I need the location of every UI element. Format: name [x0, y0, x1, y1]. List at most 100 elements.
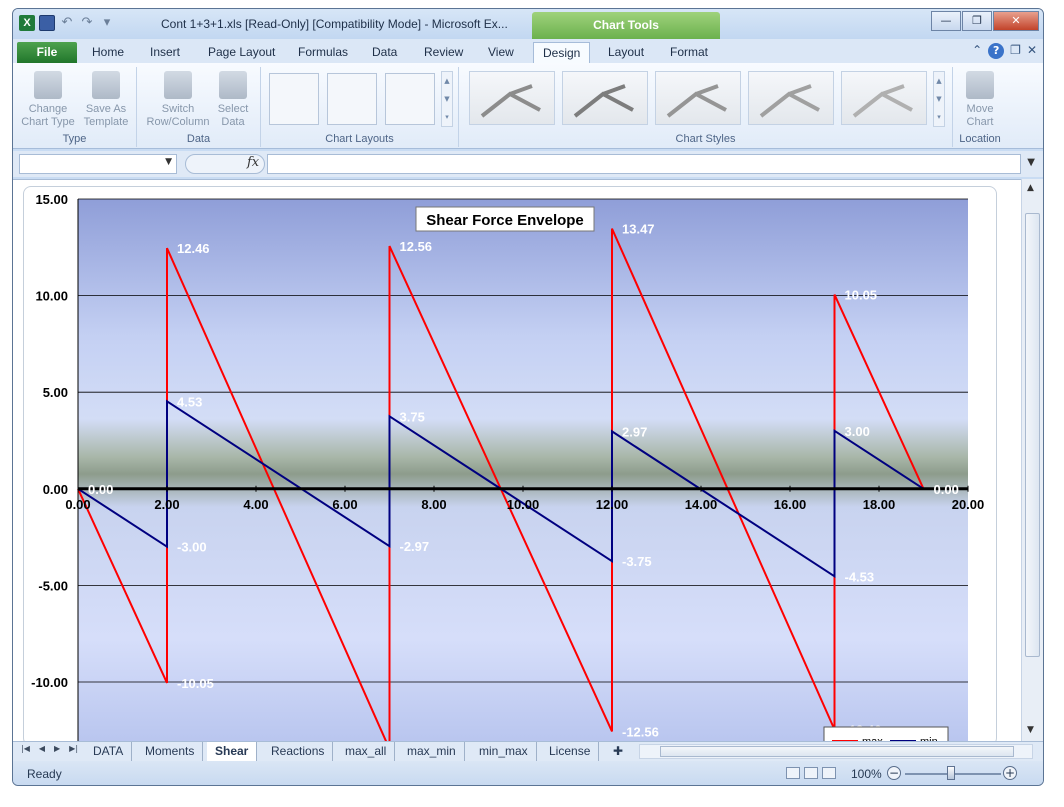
chart-object[interactable]: 15.00 10.00 5.00 0.00 -5.00 -10.00 0.00 2.00 4.0… — [23, 186, 997, 746]
name-box[interactable]: ▼ — [19, 154, 177, 174]
sheet-tab-max-all[interactable]: max_all — [337, 742, 396, 761]
chart-type-icon — [34, 71, 62, 99]
chart-layout-1[interactable] — [269, 73, 319, 125]
data-label: 12.46 — [177, 241, 210, 256]
sheet-navigation: |◀ ◀ ▶ ▶| — [21, 744, 78, 753]
window-controls: — ❐ ✕ — [931, 11, 1039, 31]
expand-formula-bar-icon[interactable]: ▼ — [1027, 157, 1035, 168]
data-label: 2.97 — [622, 424, 647, 439]
maximize-button[interactable]: ❐ — [962, 11, 992, 31]
data-label: -2.97 — [400, 539, 430, 554]
redo-icon[interactable]: ↷ — [79, 15, 95, 31]
vertical-scroll-thumb[interactable] — [1025, 213, 1040, 657]
zoom-in-icon[interactable]: + — [1003, 766, 1017, 780]
prev-sheet-icon[interactable]: ◀ — [39, 744, 45, 753]
sheet-tab-shear[interactable]: Shear — [207, 742, 258, 761]
zoom-slider-thumb[interactable] — [947, 766, 955, 780]
ribbon-tabs: File Home Insert Page Layout Formulas Da… — [13, 39, 1043, 63]
chart-style-1[interactable] — [469, 71, 555, 125]
tab-insert[interactable]: Insert — [141, 42, 189, 63]
switch-row-column-button[interactable]: Switch Row/Column — [143, 71, 213, 129]
group-label-type: Type — [62, 133, 87, 145]
chart-layout-2[interactable] — [327, 73, 377, 125]
page-break-view-icon[interactable] — [822, 767, 836, 779]
normal-view-icon[interactable] — [786, 767, 800, 779]
name-box-dropdown-icon[interactable]: ▼ — [165, 157, 172, 167]
group-label-data: Data — [186, 133, 211, 145]
x-tick-label: 16.00 — [774, 497, 807, 512]
tab-view[interactable]: View — [479, 42, 523, 63]
page-layout-view-icon[interactable] — [804, 767, 818, 779]
change-chart-type-button[interactable]: Change Chart Type — [21, 71, 75, 129]
insert-function-icon[interactable]: fx — [247, 155, 259, 170]
tab-formulas[interactable]: Formulas — [289, 42, 357, 63]
tab-data[interactable]: Data — [363, 42, 406, 63]
title-bar: X ↶ ↷ ▾ Cont 1+3+1.xls [Read-Only] [Comp… — [13, 9, 1043, 39]
minimize-ribbon-icon[interactable]: ⌃ — [972, 43, 982, 59]
data-label: -4.53 — [845, 569, 875, 584]
chart-layouts-more-button[interactable]: ▲ ▼ ▾ — [441, 71, 453, 127]
chart-style-2[interactable] — [562, 71, 648, 125]
chart-layout-3[interactable] — [385, 73, 435, 125]
undo-icon[interactable]: ↶ — [59, 15, 75, 31]
chart-style-3-preview — [666, 84, 727, 118]
tab-file[interactable]: File — [17, 42, 77, 63]
chart-style-3[interactable] — [655, 71, 741, 125]
sheet-tab-min-max[interactable]: min_max — [471, 742, 537, 761]
chart-style-5[interactable] — [841, 71, 927, 125]
tab-review[interactable]: Review — [415, 42, 472, 63]
restore-workbook-icon[interactable]: ❐ — [1010, 43, 1021, 59]
group-label-chart-layouts: Chart Layouts — [325, 133, 394, 145]
select-data-button[interactable]: Select Data — [211, 71, 255, 129]
group-chart-styles: ▲ ▼ ▾ Chart Styles — [459, 67, 953, 147]
status-bar: Ready 100% − + — [13, 761, 1043, 785]
tab-format[interactable]: Format — [661, 42, 717, 63]
shear-force-chart[interactable]: 15.00 10.00 5.00 0.00 -5.00 -10.00 0.00 2.00 4.0… — [24, 187, 997, 746]
first-sheet-icon[interactable]: |◀ — [21, 744, 30, 753]
move-chart-button[interactable]: Move Chart — [955, 71, 1005, 129]
data-label: 3.00 — [845, 424, 870, 439]
vertical-scrollbar[interactable]: ▲ ▼ — [1021, 179, 1043, 741]
save-icon[interactable] — [39, 15, 55, 31]
close-workbook-icon[interactable]: ✕ — [1027, 43, 1037, 59]
formula-input[interactable] — [267, 154, 1021, 174]
data-label: 4.53 — [177, 394, 202, 409]
chart-styles-more-button[interactable]: ▲ ▼ ▾ — [933, 71, 945, 127]
minimize-button[interactable]: — — [931, 11, 961, 31]
group-label-chart-styles: Chart Styles — [675, 133, 736, 145]
sheet-tab-license[interactable]: License — [541, 742, 600, 761]
insert-sheet-icon[interactable]: ✚ — [605, 742, 631, 761]
close-button[interactable]: ✕ — [993, 11, 1039, 31]
horizontal-scroll-thumb[interactable] — [660, 746, 1014, 757]
next-sheet-icon[interactable]: ▶ — [54, 744, 60, 753]
x-tick-label: 8.00 — [421, 497, 446, 512]
help-icon[interactable]: ? — [988, 43, 1005, 59]
sheet-tab-moments[interactable]: Moments — [137, 742, 204, 761]
last-sheet-icon[interactable]: ▶| — [69, 744, 78, 753]
zoom-out-icon[interactable]: − — [887, 766, 901, 780]
x-tick-label: 14.00 — [685, 497, 718, 512]
horizontal-scrollbar[interactable] — [639, 744, 1033, 759]
excel-app-icon[interactable]: X — [19, 15, 35, 31]
x-tick-label: 4.00 — [243, 497, 268, 512]
scroll-down-icon[interactable]: ▼ — [1027, 725, 1034, 735]
sheet-tab-max-min[interactable]: max_min — [399, 742, 465, 761]
chart-style-4[interactable] — [748, 71, 834, 125]
status-ready: Ready — [27, 767, 62, 781]
excel-window: X ↶ ↷ ▾ Cont 1+3+1.xls [Read-Only] [Comp… — [12, 8, 1044, 786]
tab-page-layout[interactable]: Page Layout — [199, 42, 284, 63]
sheet-tab-data[interactable]: DATA — [85, 742, 133, 761]
sheet-tab-reactions[interactable]: Reactions — [263, 742, 334, 761]
chart-title-box[interactable]: Shear Force Envelope — [415, 206, 595, 232]
zoom-level[interactable]: 100% — [851, 767, 882, 781]
tab-home[interactable]: Home — [83, 42, 133, 63]
tab-layout[interactable]: Layout — [599, 42, 653, 63]
chart-style-4-preview — [759, 84, 820, 118]
save-as-template-button[interactable]: Save As Template — [79, 71, 133, 129]
data-label: 13.47 — [622, 222, 655, 237]
quick-access-toolbar: X ↶ ↷ ▾ — [19, 15, 115, 31]
tab-design[interactable]: Design — [533, 42, 591, 63]
scroll-up-icon[interactable]: ▲ — [1027, 183, 1034, 193]
y-tick-label: 10.00 — [35, 289, 68, 304]
customize-toolbar-icon[interactable]: ▾ — [99, 15, 115, 31]
